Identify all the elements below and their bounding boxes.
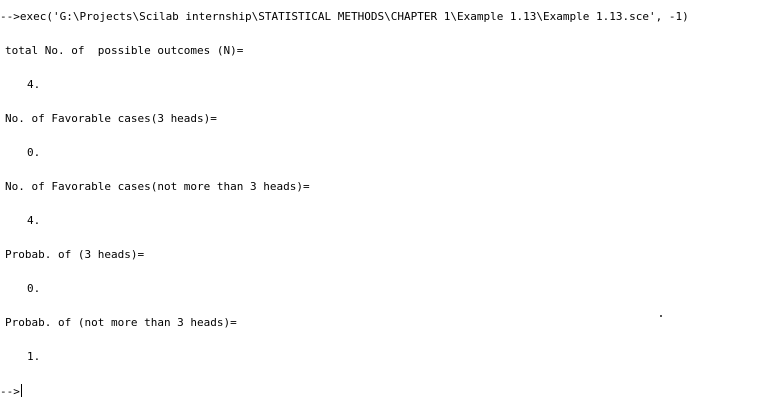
output-label-total-outcomes: total No. of possible outcomes (N)= (5, 44, 244, 57)
output-value-favorable-not-more-than-3: 4. (27, 214, 41, 227)
output-value-favorable-3-heads: 0. (27, 146, 41, 159)
output-value-probab-not-more-than-3: 1. (27, 350, 41, 363)
output-label-probab-3-heads: Probab. of (3 heads)= (5, 248, 145, 261)
console-prompt-line[interactable]: --> (0, 384, 22, 398)
output-value-total-outcomes: 4. (27, 78, 41, 91)
scilab-console[interactable]: -->exec('G:\Projects\Scilab internship\S… (0, 0, 761, 405)
exec-command-line: -->exec('G:\Projects\Scilab internship\S… (0, 10, 689, 23)
output-label-favorable-3-heads: No. of Favorable cases(3 heads)= (5, 112, 217, 125)
output-value-probab-3-heads: 0. (27, 282, 41, 295)
console-prompt: --> (0, 385, 20, 398)
stray-pixel (660, 315, 662, 317)
output-label-favorable-not-more-than-3: No. of Favorable cases(not more than 3 h… (5, 180, 310, 193)
output-label-probab-not-more-than-3: Probab. of (not more than 3 heads)= (5, 316, 237, 329)
text-cursor (20, 384, 22, 397)
